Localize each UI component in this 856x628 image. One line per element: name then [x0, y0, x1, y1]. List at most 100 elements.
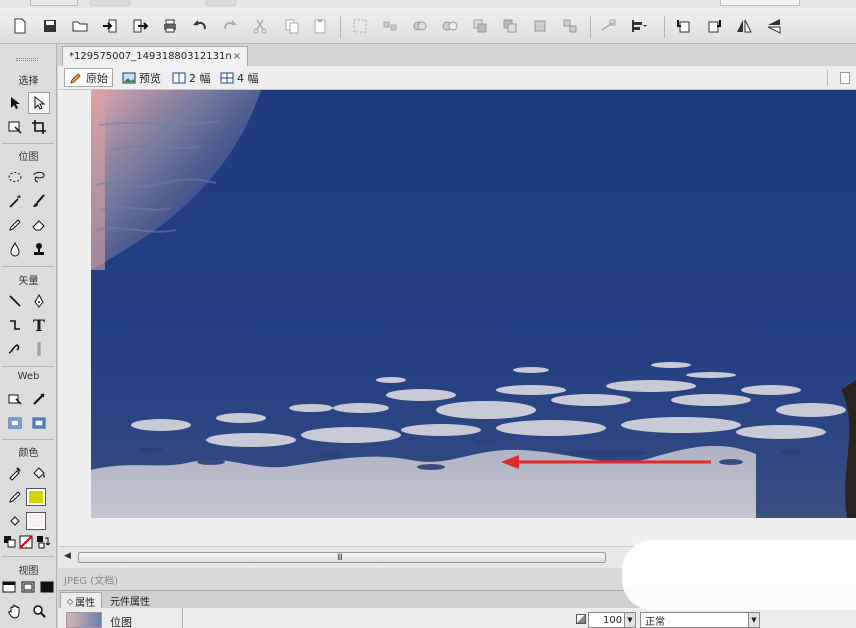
flip-horizontal-icon[interactable] — [734, 16, 754, 36]
main-toolbar — [0, 8, 856, 44]
rotate-cw-icon[interactable] — [704, 16, 724, 36]
blend-mode-dropdown-icon[interactable]: ▼ — [748, 612, 760, 628]
toolbar-separator — [340, 16, 341, 38]
paint-bucket-icon[interactable] — [28, 462, 50, 484]
freeform-tool-icon[interactable] — [4, 338, 26, 360]
fill-color-swatch[interactable] — [26, 512, 46, 530]
bring-front-icon[interactable] — [470, 16, 490, 36]
print-icon[interactable] — [160, 16, 180, 36]
hide-slices-icon[interactable] — [4, 412, 26, 434]
pencil-icon — [70, 72, 81, 84]
join-icon[interactable] — [410, 16, 430, 36]
swap-colors-icon[interactable] — [35, 534, 51, 550]
blur-tool-icon[interactable] — [4, 238, 26, 260]
section-divider — [2, 366, 54, 367]
zoom-tool-icon[interactable] — [28, 600, 50, 622]
pen-tool-icon[interactable] — [28, 290, 50, 312]
eraser-tool-icon[interactable] — [28, 214, 50, 236]
no-color-icon[interactable] — [18, 534, 34, 550]
rectangle-tool-icon[interactable] — [4, 314, 26, 336]
group-icon[interactable] — [350, 16, 370, 36]
redo-icon[interactable] — [220, 16, 240, 36]
opacity-dropdown-icon[interactable]: ▼ — [624, 612, 636, 628]
menu-item-file[interactable] — [30, 0, 78, 6]
view-4up-button[interactable]: 4 幅 — [216, 68, 263, 87]
view-original-button[interactable]: 原始 — [64, 68, 113, 87]
scale-tool-icon[interactable] — [4, 116, 26, 138]
scrollbar-grip: III — [337, 553, 343, 563]
distort-icon[interactable] — [598, 16, 618, 36]
standard-screen-icon[interactable] — [0, 578, 18, 596]
default-colors-icon[interactable] — [2, 534, 18, 550]
tab-symbol-properties[interactable]: 元件属性 — [104, 592, 156, 609]
panel-grip[interactable] — [16, 58, 38, 61]
view-2up-label: 2 幅 — [189, 71, 211, 85]
document-tab[interactable]: *129575007_14931880312131n × — [62, 46, 248, 66]
marquee-tool-icon[interactable] — [4, 166, 26, 188]
canvas-area[interactable] — [58, 90, 856, 546]
lasso-tool-icon[interactable] — [28, 166, 50, 188]
brush-tool-icon[interactable] — [28, 190, 50, 212]
collapse-icon[interactable]: ◇ — [67, 597, 73, 606]
align-dropdown-icon[interactable] — [628, 16, 648, 36]
hand-tool-icon[interactable] — [4, 600, 26, 622]
flip-vertical-icon[interactable] — [764, 16, 784, 36]
bring-forward-icon[interactable] — [500, 16, 520, 36]
section-divider — [2, 556, 54, 557]
text-tool-icon[interactable]: T — [28, 314, 50, 336]
opacity-icon — [576, 614, 586, 624]
split-icon[interactable] — [440, 16, 460, 36]
water-photo — [91, 90, 856, 518]
view-preview-button[interactable]: 预览 — [118, 68, 165, 87]
tools-panel: 选择 位图 矢量 T Web 颜色 视图 — [0, 44, 57, 628]
view-mode-bar: 原始 预览 2 幅 4 幅 — [58, 66, 856, 90]
pointer-tool-icon[interactable] — [4, 92, 26, 114]
view-2up-button[interactable]: 2 幅 — [168, 68, 215, 87]
tab-properties-label: 属性 — [75, 597, 96, 609]
ungroup-icon[interactable] — [380, 16, 400, 36]
rotate-ccw-icon[interactable] — [674, 16, 694, 36]
blend-mode-select[interactable]: 正常 — [640, 612, 760, 628]
export-icon[interactable] — [130, 16, 150, 36]
document-info-text: JPEG (文档) — [64, 576, 119, 587]
page-icon[interactable] — [840, 72, 850, 84]
close-icon[interactable]: × — [233, 51, 241, 62]
knife-tool-icon[interactable] — [28, 338, 50, 360]
undo-icon[interactable] — [190, 16, 210, 36]
scroll-left-icon[interactable]: ◀ — [64, 551, 71, 561]
send-back-icon[interactable] — [560, 16, 580, 36]
import-icon[interactable] — [100, 16, 120, 36]
full-screen-menus-icon[interactable] — [19, 578, 37, 596]
document-tab-bar: *129575007_14931880312131n × — [58, 44, 856, 66]
subselection-tool-icon[interactable] — [28, 92, 50, 114]
copy-icon[interactable] — [282, 16, 302, 36]
paste-icon[interactable] — [310, 16, 330, 36]
menu-item-view[interactable] — [206, 0, 236, 6]
save-icon[interactable] — [40, 16, 60, 36]
cut-icon[interactable] — [250, 16, 270, 36]
show-slices-icon[interactable] — [28, 412, 50, 434]
crop-tool-icon[interactable] — [28, 116, 50, 138]
rubber-stamp-icon[interactable] — [28, 238, 50, 260]
send-backward-icon[interactable] — [530, 16, 550, 36]
pencil-tool-icon[interactable] — [4, 214, 26, 236]
magic-wand-icon[interactable] — [4, 190, 26, 212]
line-tool-icon[interactable] — [4, 290, 26, 312]
menu-item-search[interactable] — [720, 0, 800, 6]
open-folder-icon[interactable] — [70, 16, 90, 36]
tools-section-colors: 颜色 — [18, 448, 39, 459]
tab-properties[interactable]: ◇ 属性 — [60, 592, 103, 609]
tools-section-bitmap: 位图 — [18, 152, 39, 163]
hotspot-tool-icon[interactable] — [4, 388, 26, 410]
stroke-color-swatch[interactable] — [26, 488, 46, 506]
canvas-bitmap-image[interactable] — [91, 90, 856, 518]
slice-tool-icon[interactable] — [28, 388, 50, 410]
eyedropper-tool-icon[interactable] — [4, 462, 26, 484]
full-screen-icon[interactable] — [38, 578, 56, 596]
bitmap-thumbnail — [66, 612, 102, 628]
menu-item-edit[interactable] — [90, 0, 130, 6]
new-file-icon[interactable] — [10, 16, 30, 36]
scrollbar-thumb[interactable]: III — [78, 552, 606, 563]
panel-separator — [182, 608, 183, 628]
menu-bar — [0, 0, 856, 8]
